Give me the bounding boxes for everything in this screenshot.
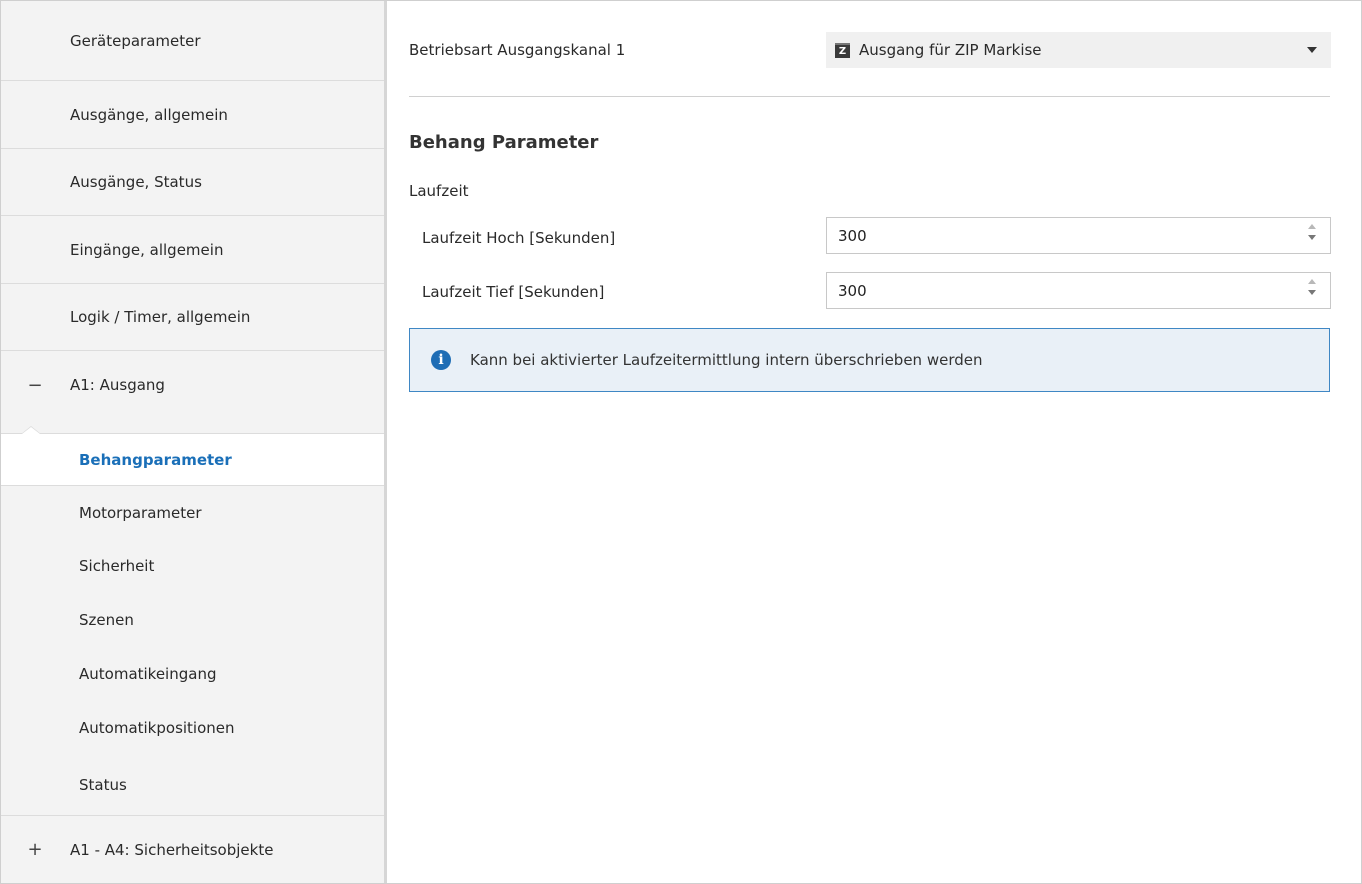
info-icon: i <box>431 350 451 370</box>
sidebar-subitem-label: Behangparameter <box>79 450 232 469</box>
sidebar-item-logik-timer[interactable]: Logik / Timer, allgemein <box>1 284 384 351</box>
sidebar-item-sicherheitsobjekte[interactable]: + A1 - A4: Sicherheitsobjekte <box>1 816 384 883</box>
sidebar-item-ausgaenge-status[interactable]: Ausgänge, Status <box>1 149 384 216</box>
sidebar-item-label: A1 - A4: Sicherheitsobjekte <box>70 840 274 859</box>
sidebar-item-eingaenge-allgemein[interactable]: Eingänge, allgemein <box>1 216 384 284</box>
sidebar-item-label: Ausgänge, Status <box>70 173 202 191</box>
sidebar-subitem-label: Automatikeingang <box>79 664 217 683</box>
spin-up-icon[interactable] <box>1308 224 1316 229</box>
sidebar-subitem-szenen[interactable]: Szenen <box>1 593 384 646</box>
sidebar: Geräteparameter Ausgänge, allgemein Ausg… <box>1 1 387 883</box>
app-window: Geräteparameter Ausgänge, allgemein Ausg… <box>0 0 1362 884</box>
collapse-icon[interactable]: − <box>27 351 43 419</box>
divider <box>409 96 1330 97</box>
sidebar-item-label: Ausgänge, allgemein <box>70 105 228 124</box>
info-box: i Kann bei aktivierter Laufzeitermittlun… <box>409 328 1330 392</box>
section-title: Behang Parameter <box>409 132 599 153</box>
sidebar-item-a1-ausgang[interactable]: − A1: Ausgang <box>1 351 384 419</box>
sidebar-subitem-motorparameter[interactable]: Motorparameter <box>1 486 384 539</box>
sidebar-subitem-behangparameter[interactable]: Behangparameter <box>1 426 384 486</box>
sidebar-subitem-sicherheit[interactable]: Sicherheit <box>1 539 384 592</box>
sidebar-item-geraeteparameter[interactable]: Geräteparameter <box>1 1 384 81</box>
sidebar-item-label: Eingänge, allgemein <box>70 240 224 259</box>
laufzeit-tief-label: Laufzeit Tief [Sekunden] <box>422 283 605 301</box>
sidebar-subitem-status[interactable]: Status <box>1 755 384 816</box>
spin-down-icon[interactable] <box>1308 290 1316 295</box>
spin-up-icon[interactable] <box>1308 279 1316 284</box>
main-panel: Betriebsart Ausgangskanal 1 Z Ausgang fü… <box>390 1 1360 883</box>
sidebar-subitem-label: Motorparameter <box>79 503 202 522</box>
sidebar-subitem-label: Status <box>79 776 127 794</box>
sidebar-subitem-label: Szenen <box>79 610 134 629</box>
sidebar-item-label: A1: Ausgang <box>70 376 165 394</box>
group-label: Laufzeit <box>409 182 469 200</box>
sidebar-subitem-automatikpositionen[interactable]: Automatikpositionen <box>1 701 384 754</box>
laufzeit-hoch-input[interactable]: 300 <box>826 217 1331 254</box>
sidebar-item-label: Geräteparameter <box>70 31 201 50</box>
sidebar-subitem-label: Sicherheit <box>79 556 155 575</box>
expand-icon[interactable]: + <box>27 816 43 883</box>
sidebar-subitem-automatikeingang[interactable]: Automatikeingang <box>1 647 384 700</box>
spinner-arrows[interactable] <box>1308 279 1316 295</box>
mode-dropdown[interactable]: Z Ausgang für ZIP Markise <box>826 32 1331 68</box>
sidebar-subitem-label: Automatikpositionen <box>79 718 235 737</box>
selection-notch <box>21 426 41 434</box>
spinner-arrows[interactable] <box>1308 224 1316 240</box>
mode-dropdown-value: Ausgang für ZIP Markise <box>859 41 1042 59</box>
laufzeit-hoch-value: 300 <box>838 226 867 245</box>
laufzeit-tief-input[interactable]: 300 <box>826 272 1331 309</box>
zip-awning-icon: Z <box>835 42 850 58</box>
sidebar-item-ausgaenge-allgemein[interactable]: Ausgänge, allgemein <box>1 81 384 149</box>
laufzeit-hoch-label: Laufzeit Hoch [Sekunden] <box>422 229 616 247</box>
spin-down-icon[interactable] <box>1308 235 1316 240</box>
laufzeit-tief-value: 300 <box>838 281 867 300</box>
sidebar-item-label: Logik / Timer, allgemein <box>70 308 251 326</box>
info-text: Kann bei aktivierter Laufzeitermittlung … <box>470 351 983 369</box>
chevron-down-icon <box>1307 47 1317 53</box>
mode-label: Betriebsart Ausgangskanal 1 <box>409 41 626 59</box>
